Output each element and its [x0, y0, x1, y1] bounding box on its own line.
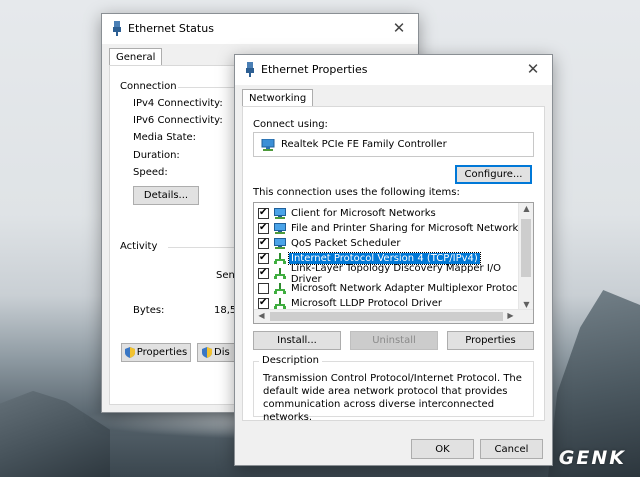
- list-item[interactable]: QoS Packet Scheduler: [258, 236, 402, 251]
- horizontal-scroll-thumb[interactable]: [270, 312, 503, 321]
- components-list[interactable]: Client for Microsoft Networks File and Pr…: [253, 202, 534, 324]
- list-item[interactable]: Client for Microsoft Networks: [258, 206, 438, 221]
- ethernet-icon: [246, 62, 254, 77]
- ethernet-icon: [113, 21, 121, 36]
- list-item[interactable]: File and Printer Sharing for Microsoft N…: [258, 221, 526, 236]
- disable-button[interactable]: Dis: [197, 343, 237, 362]
- network-service-icon: [274, 223, 286, 234]
- item-checkbox[interactable]: [258, 236, 269, 250]
- scroll-left-icon[interactable]: ◀: [254, 311, 269, 320]
- description-heading: Description: [259, 355, 322, 366]
- item-label: Client for Microsoft Networks: [291, 208, 436, 219]
- list-item[interactable]: Microsoft Network Adapter Multiplexor Pr…: [258, 281, 528, 296]
- scroll-up-icon[interactable]: ▲: [519, 204, 533, 213]
- scroll-right-icon[interactable]: ▶: [503, 311, 518, 320]
- item-label: Microsoft LLDP Protocol Driver: [291, 298, 442, 309]
- network-client-icon: [274, 208, 286, 219]
- install-button[interactable]: Install...: [253, 331, 341, 350]
- duration-label: Duration:: [133, 150, 180, 161]
- protocol-icon: [274, 253, 286, 264]
- status-close-icon[interactable]: ✕: [390, 19, 408, 37]
- status-titlebar[interactable]: Ethernet Status ✕: [102, 14, 418, 44]
- ipv6-label: IPv6 Connectivity:: [133, 115, 223, 126]
- item-checkbox[interactable]: [258, 221, 269, 235]
- items-label: This connection uses the following items…: [253, 187, 460, 198]
- activity-separator: [168, 247, 238, 248]
- properties-window-title: Ethernet Properties: [261, 63, 368, 76]
- connection-heading: Connection: [120, 81, 177, 92]
- item-label: File and Printer Sharing for Microsoft N…: [291, 223, 524, 234]
- status-properties-label: Properties: [136, 347, 188, 358]
- item-label: QoS Packet Scheduler: [291, 238, 401, 249]
- ok-button[interactable]: OK: [411, 439, 474, 459]
- list-horizontal-scrollbar[interactable]: ◀ ▶: [254, 309, 533, 323]
- item-properties-button[interactable]: Properties: [447, 331, 534, 350]
- network-adapter-icon: [261, 139, 275, 151]
- activity-heading: Activity: [120, 241, 158, 252]
- adapter-field: Realtek PCIe FE Family Controller: [253, 132, 534, 157]
- speed-label: Speed:: [133, 167, 168, 178]
- item-checkbox[interactable]: [258, 296, 269, 310]
- status-window-title: Ethernet Status: [128, 22, 214, 35]
- connect-using-label: Connect using:: [253, 119, 328, 130]
- scroll-down-icon[interactable]: ▼: [519, 300, 533, 309]
- media-state-label: Media State:: [133, 132, 197, 143]
- uac-shield-icon: [124, 347, 135, 358]
- configure-button[interactable]: Configure...: [455, 165, 532, 184]
- properties-titlebar[interactable]: Ethernet Properties ✕: [235, 55, 552, 85]
- properties-close-icon[interactable]: ✕: [524, 60, 542, 78]
- connection-separator: [178, 87, 238, 88]
- bytes-label: Bytes:: [133, 305, 165, 316]
- uninstall-button[interactable]: Uninstall: [350, 331, 438, 350]
- disable-label: Dis: [214, 347, 230, 358]
- tab-networking[interactable]: Networking: [242, 89, 314, 107]
- protocol-icon: [273, 268, 286, 279]
- status-properties-button[interactable]: Properties: [121, 343, 191, 362]
- item-checkbox[interactable]: [258, 206, 269, 220]
- uac-shield-icon: [202, 347, 212, 358]
- details-button[interactable]: Details...: [133, 186, 199, 205]
- item-checkbox[interactable]: [258, 283, 269, 294]
- protocol-icon: [274, 298, 286, 309]
- protocol-icon: [274, 283, 286, 294]
- tab-general[interactable]: General: [109, 48, 163, 66]
- item-checkbox[interactable]: [258, 266, 269, 280]
- ipv4-label: IPv4 Connectivity:: [133, 98, 223, 109]
- genk-watermark: GENK: [558, 447, 626, 469]
- rock-left: [0, 390, 110, 477]
- item-label: Microsoft Network Adapter Multiplexor Pr…: [291, 283, 527, 294]
- list-item[interactable]: Link-Layer Topology Discovery Mapper I/O…: [258, 263, 533, 285]
- list-vertical-scrollbar[interactable]: ▲ ▼: [518, 203, 533, 309]
- network-service-icon: [274, 238, 286, 249]
- description-text: Transmission Control Protocol/Internet P…: [263, 373, 522, 423]
- properties-body: Networking Connect using: Realtek PCIe F…: [235, 85, 552, 465]
- ethernet-properties-window: Ethernet Properties ✕ Networking Connect…: [234, 54, 553, 466]
- vertical-scroll-thumb[interactable]: [521, 219, 531, 277]
- cancel-button[interactable]: Cancel: [480, 439, 543, 459]
- item-checkbox[interactable]: [258, 251, 269, 265]
- adapter-name: Realtek PCIe FE Family Controller: [281, 139, 447, 150]
